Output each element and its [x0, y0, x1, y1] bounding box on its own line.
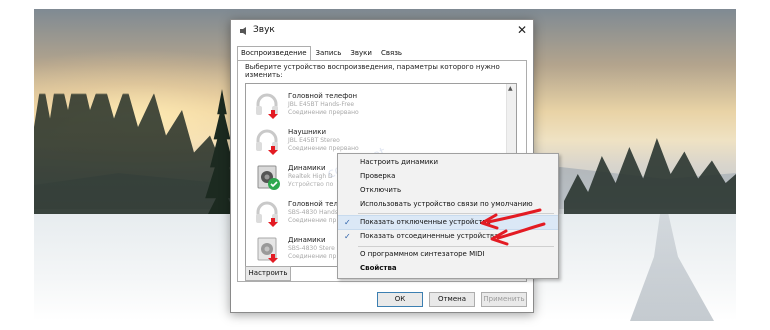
menu-item-test[interactable]: Проверка	[338, 170, 558, 183]
device-item[interactable]: Головной телефон JBL E45BT Hands-Free Со…	[246, 86, 506, 122]
device-name: Головной телефон	[288, 92, 358, 100]
tab-recording[interactable]: Запись	[312, 46, 346, 61]
close-icon[interactable]: ✕	[517, 23, 527, 37]
title-bar[interactable]: Звук ✕	[231, 20, 533, 44]
menu-item-label: Отключить	[360, 186, 402, 194]
menu-item-about-midi[interactable]: О программном синтезаторе MIDI	[338, 248, 558, 261]
cancel-button[interactable]: Отмена	[429, 292, 475, 307]
speaker-icon	[240, 27, 246, 35]
menu-item-show-disconnected-devices[interactable]: ✓ Показать отсоединенные устройства	[338, 230, 558, 243]
device-status: Соединение прервано	[288, 109, 359, 116]
configure-button[interactable]: Настроить	[245, 266, 291, 281]
headset-icon	[256, 93, 278, 119]
menu-separator	[358, 213, 554, 214]
device-status: Устройство по	[288, 181, 334, 188]
menu-item-show-disabled-devices[interactable]: ✓ Показать отключенные устройства	[338, 215, 558, 230]
device-status: Соединение прервано	[288, 145, 359, 152]
menu-item-disable[interactable]: Отключить	[338, 184, 558, 197]
menu-item-set-default-communication[interactable]: Использовать устройство связи по умолчан…	[338, 198, 558, 211]
device-name: Динамики	[288, 164, 326, 172]
checkmark-icon: ✓	[344, 232, 351, 241]
menu-item-label: Использовать устройство связи по умолчан…	[360, 200, 533, 208]
device-status: Соединение пр	[288, 217, 337, 224]
headphones-icon	[256, 129, 278, 155]
menu-item-label: Свойства	[360, 264, 397, 272]
menu-item-configure-speakers[interactable]: Настроить динамики	[338, 156, 558, 169]
device-description: JBL E45BT Stereo	[288, 137, 340, 144]
tab-strip: Воспроизведение Запись Звуки Связь	[237, 46, 407, 62]
menu-item-label: О программном синтезаторе MIDI	[360, 250, 485, 258]
tab-sounds[interactable]: Звуки	[346, 46, 376, 61]
speaker-icon	[257, 237, 278, 263]
menu-item-label: Проверка	[360, 172, 396, 180]
default-check-icon	[268, 178, 280, 190]
device-description: Realtek High D	[288, 173, 333, 180]
device-name: Головной теле	[288, 200, 343, 208]
menu-item-label: Показать отключенные устройства	[360, 218, 491, 226]
ok-button[interactable]: ОК	[377, 292, 423, 307]
tab-communications[interactable]: Связь	[377, 46, 406, 61]
device-name: Динамики	[288, 236, 326, 244]
headset-icon	[256, 201, 278, 227]
window-title: Звук	[253, 25, 275, 35]
context-menu: Настроить динамики Проверка Отключить Ис…	[337, 153, 559, 279]
device-status: Соединение пр	[288, 253, 337, 260]
speaker-icon	[257, 165, 280, 190]
menu-item-properties[interactable]: Свойства	[338, 262, 558, 275]
scroll-up-icon[interactable]: ▲	[508, 85, 513, 92]
device-description: JBL E45BT Hands-Free	[288, 101, 355, 108]
instruction-text: Выберите устройство воспроизведения, пар…	[245, 63, 500, 79]
apply-button[interactable]: Применить	[481, 292, 527, 307]
device-name: Наушники	[288, 128, 327, 136]
menu-item-label: Показать отсоединенные устройства	[360, 232, 499, 240]
menu-separator	[358, 246, 554, 247]
device-description: SBS-4830 Stere	[288, 245, 335, 252]
menu-item-label: Настроить динамики	[360, 158, 439, 166]
device-description: SBS-4830 Hands	[288, 209, 338, 216]
checkmark-icon: ✓	[344, 218, 351, 227]
